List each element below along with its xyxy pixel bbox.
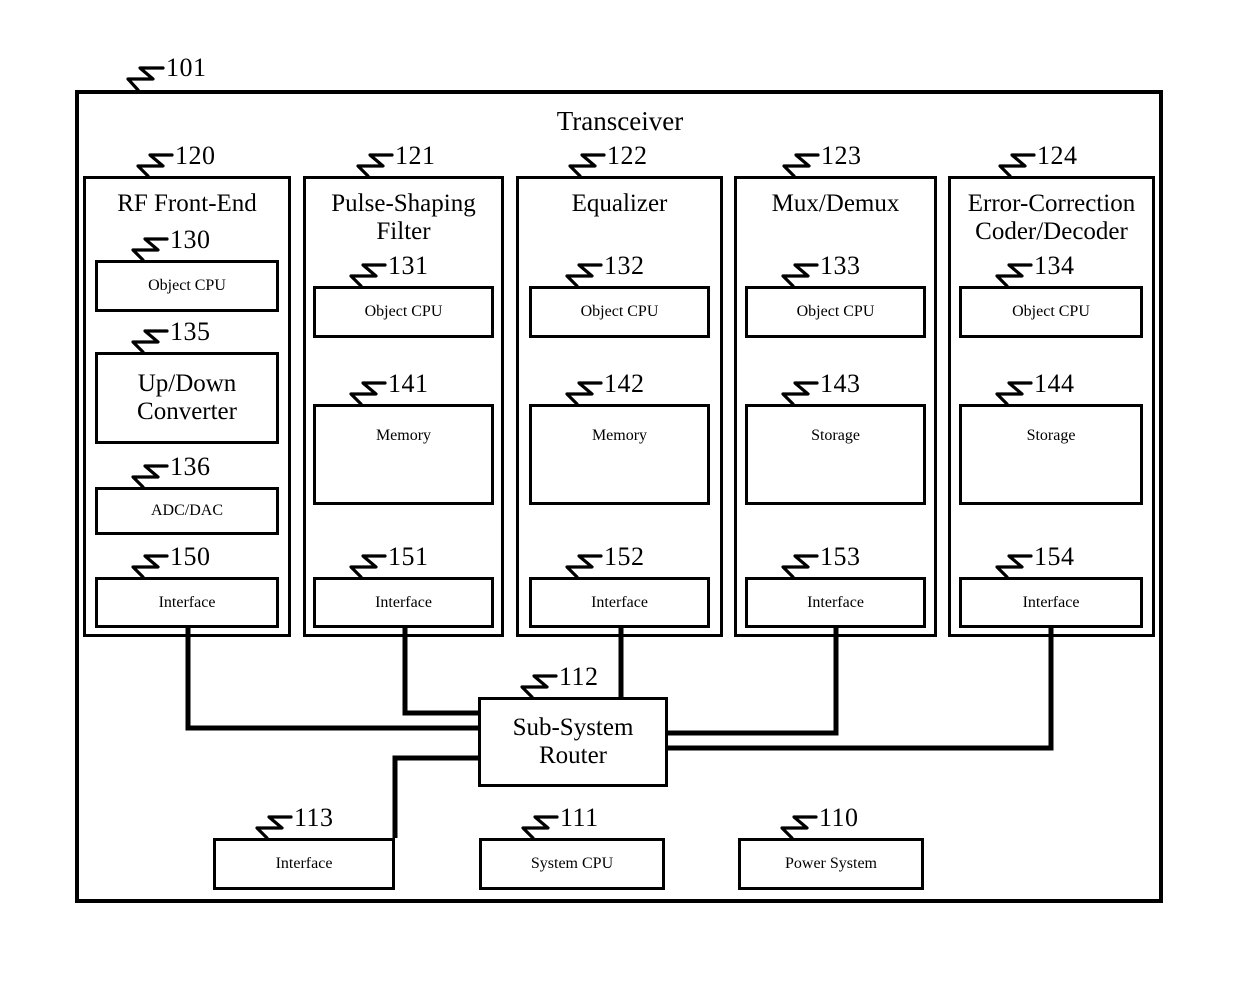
ref-135: 135 <box>170 317 211 346</box>
block-storage-144: Storage <box>959 404 1143 505</box>
sub-system-router: Sub-System Router <box>478 697 668 787</box>
power-system-110: Power System <box>738 838 924 890</box>
block-label: System CPU <box>530 855 614 873</box>
block-label: Storage <box>1026 426 1076 444</box>
block-interface-153: Interface <box>745 577 926 628</box>
ref-141: 141 <box>388 369 429 398</box>
ref-133: 133 <box>820 251 861 280</box>
block-interface-151: Interface <box>313 577 494 628</box>
block-label: Storage <box>811 426 860 444</box>
ref-122: 122 <box>607 141 648 170</box>
block-adc-dac-136: ADC/DAC <box>95 487 279 535</box>
block-label: Memory <box>375 426 432 444</box>
block-up-down-converter-135: Up/Down Converter <box>95 352 279 444</box>
block-object-cpu-133: Object CPU <box>745 286 926 338</box>
block-label: Interface <box>375 593 432 611</box>
ref-124: 124 <box>1037 141 1078 170</box>
ref-153: 153 <box>820 542 861 571</box>
block-label: Interface <box>591 593 648 611</box>
system-interface-113: Interface <box>213 838 395 890</box>
ref-144: 144 <box>1034 369 1075 398</box>
subsystem-title-rf-front-end: RF Front-End <box>117 190 257 217</box>
ref-134: 134 <box>1034 251 1075 280</box>
subsystem-title-pulse-shaping-filter: Pulse-Shaping Filter <box>331 190 476 245</box>
ref-131: 131 <box>388 251 429 280</box>
ref-150: 150 <box>170 542 211 571</box>
ref-132: 132 <box>604 251 645 280</box>
block-label: ADC/DAC <box>150 502 223 520</box>
ref-151: 151 <box>388 542 429 571</box>
block-label: Interface <box>275 855 333 873</box>
block-memory-142: Memory <box>529 404 710 505</box>
block-storage-143: Storage <box>745 404 926 505</box>
ref-110: 110 <box>819 803 859 832</box>
block-memory-141: Memory <box>313 404 494 505</box>
block-label: Interface <box>807 593 864 611</box>
block-label: Memory <box>591 426 648 444</box>
block-label: Interface <box>1022 593 1080 611</box>
block-object-cpu-131: Object CPU <box>313 286 494 338</box>
block-label: Object CPU <box>580 303 659 321</box>
ref-123: 123 <box>821 141 862 170</box>
ref-113: 113 <box>294 803 334 832</box>
subsystem-title-error-correction-coder-decoder: Error-Correction Coder/Decoder <box>967 190 1136 245</box>
block-label: Up/Down Converter <box>137 370 237 425</box>
subsystem-title-equalizer: Equalizer <box>571 190 668 217</box>
block-interface-154: Interface <box>959 577 1143 628</box>
ref-101: 101 <box>166 53 207 82</box>
block-interface-152: Interface <box>529 577 710 628</box>
block-label: Object CPU <box>148 277 226 295</box>
ref-142: 142 <box>604 369 645 398</box>
ref-154: 154 <box>1034 542 1075 571</box>
ref-111: 111 <box>560 803 599 832</box>
figure-canvas: Transceiver RF Front-End Object CPU Up/D… <box>0 0 1240 1005</box>
ref-112: 112 <box>559 662 599 691</box>
block-label: Interface <box>158 593 216 611</box>
block-object-cpu-134: Object CPU <box>959 286 1143 338</box>
block-object-cpu-130: Object CPU <box>95 260 279 312</box>
router-label: Sub-System Router <box>512 714 634 769</box>
subsystem-title-mux-demux: Mux/Demux <box>771 190 900 217</box>
transceiver-title: Transceiver <box>556 106 684 136</box>
ref-121: 121 <box>395 141 436 170</box>
block-interface-150: Interface <box>95 577 279 628</box>
block-label: Object CPU <box>364 303 443 321</box>
system-cpu-111: System CPU <box>479 838 665 890</box>
ref-143: 143 <box>820 369 861 398</box>
ref-136: 136 <box>170 452 211 481</box>
ref-120: 120 <box>175 141 216 170</box>
ref-152: 152 <box>604 542 645 571</box>
block-object-cpu-132: Object CPU <box>529 286 710 338</box>
block-label: Object CPU <box>1012 303 1090 321</box>
block-label: Object CPU <box>796 303 875 321</box>
ref-130: 130 <box>170 225 211 254</box>
block-label: Power System <box>785 855 877 873</box>
